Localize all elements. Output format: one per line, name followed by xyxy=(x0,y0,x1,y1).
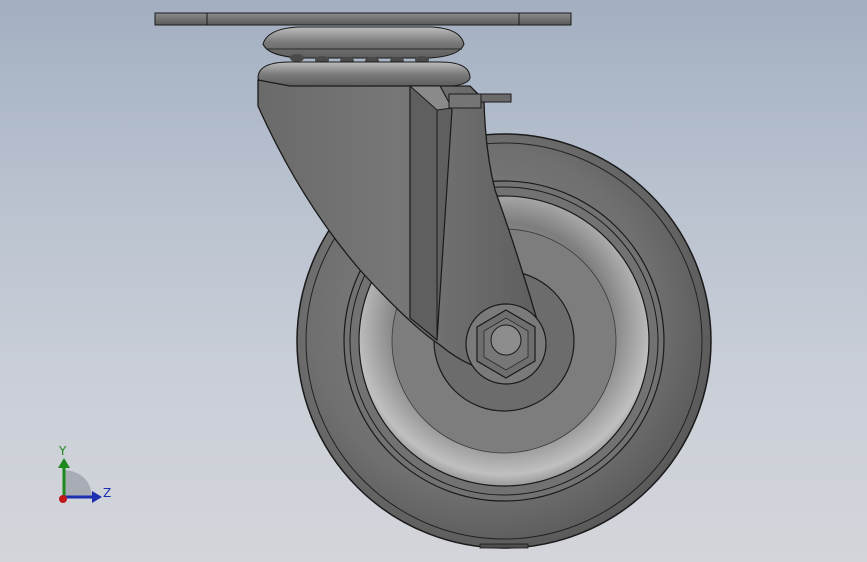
z-axis-label: Z xyxy=(103,486,111,500)
plate-body xyxy=(154,12,572,26)
tire-contact xyxy=(479,543,529,549)
y-axis-label: Y xyxy=(58,444,67,458)
reference-triad[interactable]: Y Z xyxy=(58,444,111,503)
bearing-upper xyxy=(262,26,465,59)
triad-plane-icon xyxy=(64,470,92,497)
x-axis-dot-icon xyxy=(59,495,67,503)
model-view[interactable]: Y Z xyxy=(0,0,867,562)
graphics-viewport[interactable]: Y Z xyxy=(0,0,867,562)
bearing-lower xyxy=(257,61,471,88)
swivel-bearing xyxy=(257,26,471,88)
axle-nut xyxy=(465,303,547,385)
axle-bolt xyxy=(490,324,522,356)
mounting-plate xyxy=(154,12,572,26)
brake-lever xyxy=(448,93,512,109)
